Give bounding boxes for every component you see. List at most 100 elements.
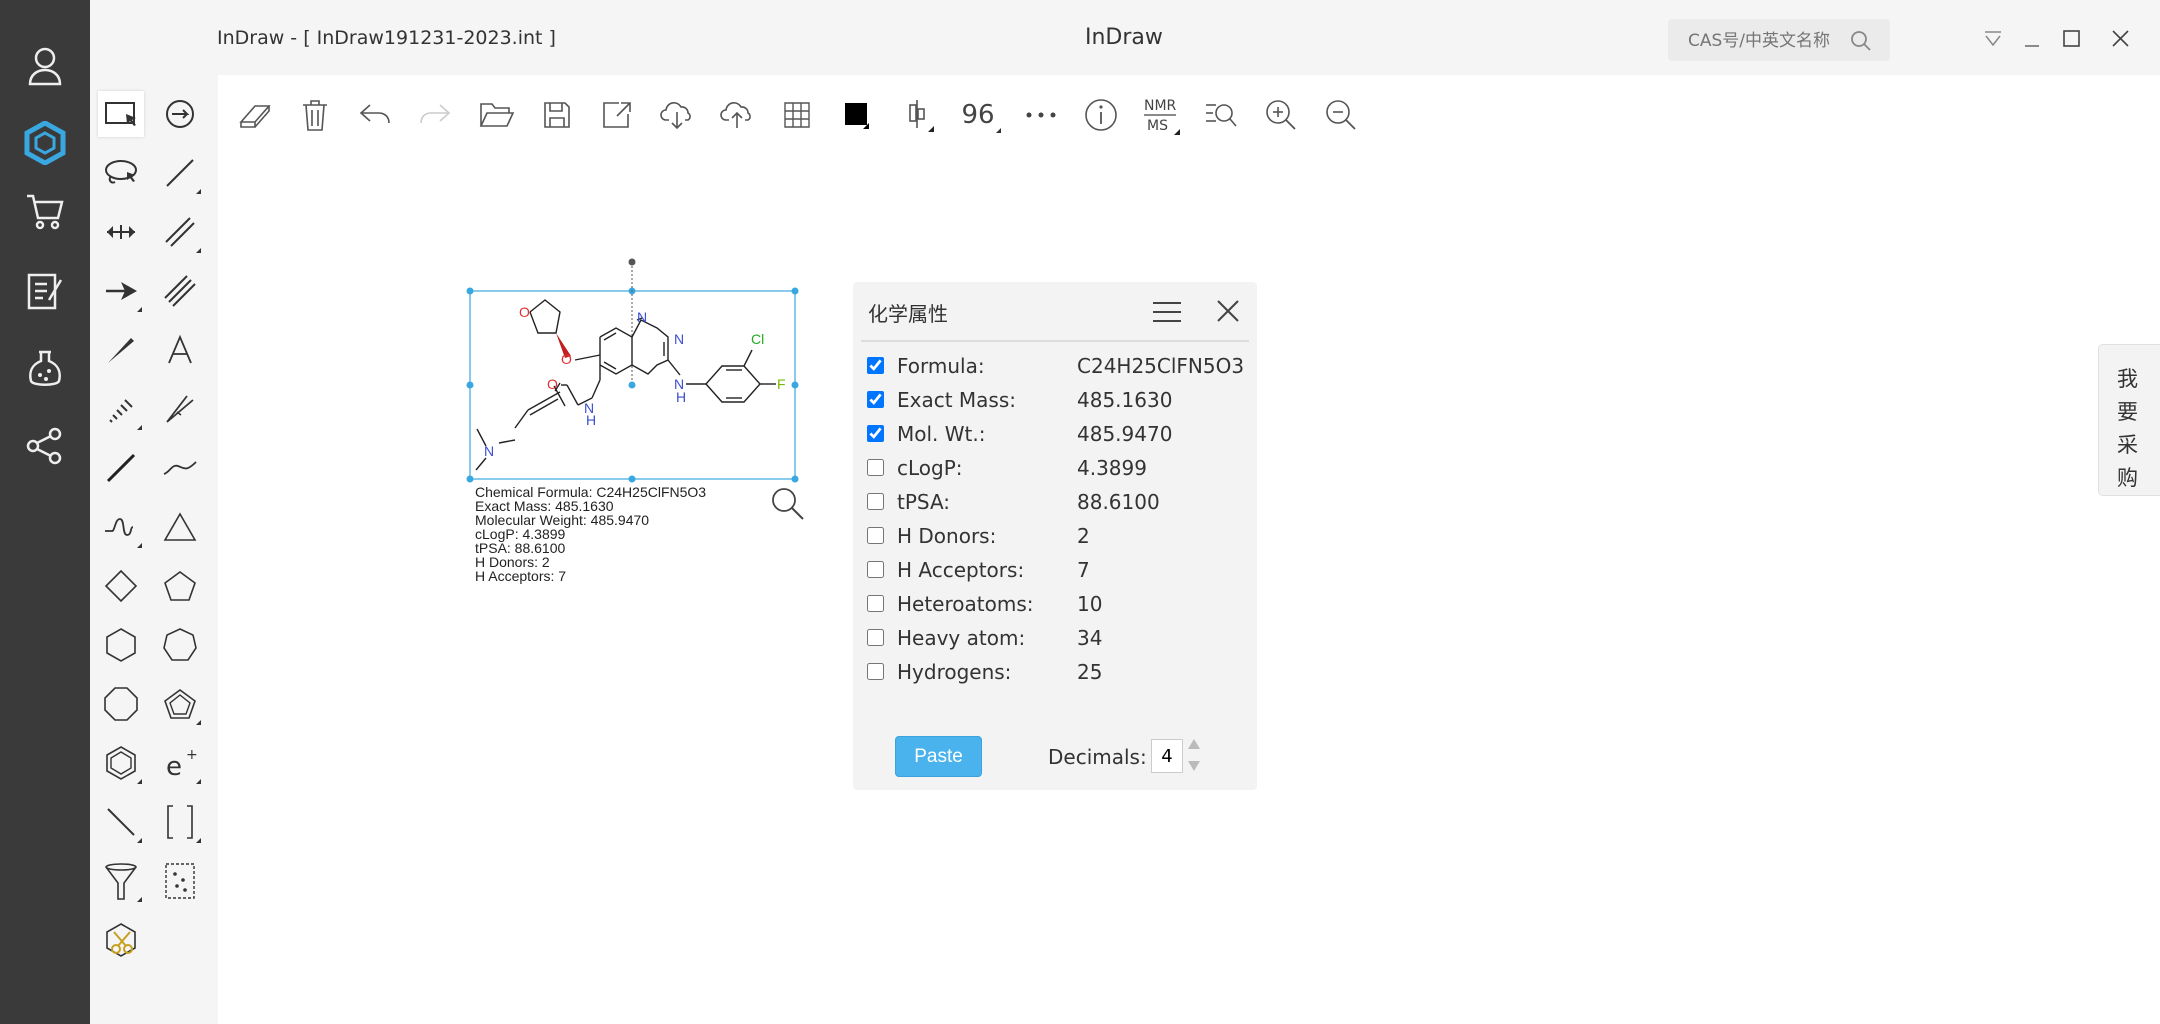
magnifier-icon[interactable] <box>770 486 806 522</box>
purchase-tab[interactable]: 我要采购 <box>2098 344 2160 496</box>
triple-bond-tool[interactable] <box>157 268 203 314</box>
app-sidebar <box>0 0 90 1024</box>
bold-bond-tool[interactable] <box>98 445 144 491</box>
heptagon-ring-tool[interactable] <box>157 622 203 668</box>
info-icon[interactable] <box>1079 93 1123 137</box>
wavy-line-tool[interactable] <box>157 445 203 491</box>
exact-mass-checkbox[interactable] <box>867 391 884 408</box>
user-icon[interactable] <box>19 40 71 92</box>
property-value: C24H25ClFN5O3 <box>1077 354 1245 378</box>
text-tool[interactable] <box>157 327 203 373</box>
property-row-tpsa: tPSA: 88.6100 <box>867 488 1257 518</box>
hashed-bond-tool[interactable] <box>98 386 144 432</box>
zoom-in-icon[interactable] <box>1259 93 1303 137</box>
property-label: Heavy atom: <box>897 626 1026 650</box>
hashed-wedge-tool[interactable] <box>157 386 203 432</box>
rotate-handle[interactable] <box>628 258 636 266</box>
save-icon[interactable] <box>535 93 579 137</box>
h-acceptors-checkbox[interactable] <box>867 561 884 578</box>
main-toolbar: 96 NMR MS <box>218 75 2160 153</box>
svg-text:Cl: Cl <box>751 331 764 347</box>
formula-checkbox[interactable] <box>867 357 884 374</box>
octagon-ring-tool[interactable] <box>98 681 144 727</box>
tpsa-checkbox[interactable] <box>867 493 884 510</box>
decimals-input[interactable] <box>1151 739 1183 773</box>
rotate-tool[interactable] <box>157 91 203 137</box>
hydrogens-checkbox[interactable] <box>867 663 884 680</box>
paste-button[interactable]: Paste <box>895 736 982 777</box>
close-panel-icon[interactable] <box>1216 299 1240 323</box>
cloud-download-icon[interactable] <box>655 93 699 137</box>
lasso-tool[interactable] <box>98 150 144 196</box>
search-icon[interactable] <box>1850 30 1872 52</box>
maximize-icon[interactable] <box>2061 28 2083 50</box>
flask-icon[interactable] <box>19 343 71 395</box>
nmr-ms-icon[interactable]: NMR MS <box>1139 93 1183 137</box>
svg-text:NMR: NMR <box>1144 98 1177 114</box>
h-donors-checkbox[interactable] <box>867 527 884 544</box>
selection-handles[interactable] <box>466 287 799 483</box>
close-window-icon[interactable] <box>2110 28 2132 50</box>
eraser-icon[interactable] <box>233 93 277 137</box>
arrow-tool[interactable] <box>98 268 144 314</box>
cyclopentadiene-tool[interactable] <box>157 681 203 727</box>
font-size-selector[interactable]: 96 <box>953 93 1003 137</box>
benzene-ring-tool[interactable] <box>98 740 144 786</box>
decimals-stepper[interactable] <box>1187 737 1201 773</box>
undo-icon[interactable] <box>353 93 397 137</box>
redo-icon[interactable] <box>413 93 457 137</box>
search-input[interactable] <box>1668 19 1880 63</box>
search-box <box>1668 19 1890 63</box>
align-icon[interactable] <box>895 93 939 137</box>
single-bond-tool[interactable] <box>157 150 203 196</box>
electron-charge-tool[interactable]: e + <box>157 740 203 786</box>
panel-title: 化学属性 <box>868 302 948 326</box>
clean-structure-tool[interactable] <box>98 917 144 963</box>
indraw-logo-icon[interactable] <box>19 117 71 169</box>
square-ring-tool[interactable] <box>98 563 144 609</box>
select-rectangle-tool[interactable] <box>98 91 144 137</box>
export-icon[interactable] <box>595 93 639 137</box>
search-structure-icon[interactable] <box>1199 93 1243 137</box>
menu-icon[interactable] <box>1151 300 1183 324</box>
property-value: 485.1630 <box>1077 388 1173 412</box>
trash-icon[interactable] <box>293 93 337 137</box>
mol-wt-checkbox[interactable] <box>867 425 884 442</box>
cart-icon[interactable] <box>19 186 71 238</box>
more-options-icon[interactable] <box>1019 93 1063 137</box>
property-label: H Acceptors: <box>897 558 1025 582</box>
property-label: H Donors: <box>897 524 997 548</box>
wedge-bond-tool[interactable] <box>98 327 144 373</box>
zoom-out-icon[interactable] <box>1319 93 1363 137</box>
line-tool[interactable] <box>98 799 144 845</box>
heavy-atom-checkbox[interactable] <box>867 629 884 646</box>
wavy-bond-tool[interactable] <box>98 504 144 550</box>
annotation-line: Exact Mass: 485.1630 <box>475 498 614 514</box>
triangle-ring-tool[interactable] <box>157 504 203 550</box>
drawing-tools-panel: e + <box>90 75 219 1024</box>
annotation-line: Molecular Weight: 485.9470 <box>475 512 650 528</box>
color-picker-icon[interactable] <box>835 93 879 137</box>
tlc-plate-tool[interactable] <box>157 858 203 904</box>
share-network-icon[interactable] <box>19 420 71 472</box>
font-size-value: 96 <box>961 100 995 130</box>
brackets-tool[interactable] <box>157 799 203 845</box>
move-tool[interactable] <box>98 209 144 255</box>
molecule-property-annotation[interactable]: Chemical Formula: C24H25ClFN5O3 Exact Ma… <box>475 485 706 583</box>
open-folder-icon[interactable] <box>475 93 519 137</box>
grid-icon[interactable] <box>775 93 819 137</box>
pentagon-ring-tool[interactable] <box>157 563 203 609</box>
property-row-h-acceptors: H Acceptors: 7 <box>867 556 1257 586</box>
heteroatoms-checkbox[interactable] <box>867 595 884 612</box>
dropdown-menu-icon[interactable] <box>1983 30 2003 48</box>
double-bond-tool[interactable] <box>157 209 203 255</box>
notes-icon[interactable] <box>19 266 71 318</box>
hexagon-ring-tool[interactable] <box>98 622 144 668</box>
cloud-upload-icon[interactable] <box>715 93 759 137</box>
minimize-icon[interactable] <box>2022 30 2042 50</box>
molecule-structure[interactable]: O O O N N N H N H N Cl F <box>455 250 815 490</box>
annotation-line: Chemical Formula: C24H25ClFN5O3 <box>475 484 707 500</box>
clogp-checkbox[interactable] <box>867 459 884 476</box>
svg-text:+: + <box>186 747 198 763</box>
funnel-tool[interactable] <box>98 858 144 904</box>
